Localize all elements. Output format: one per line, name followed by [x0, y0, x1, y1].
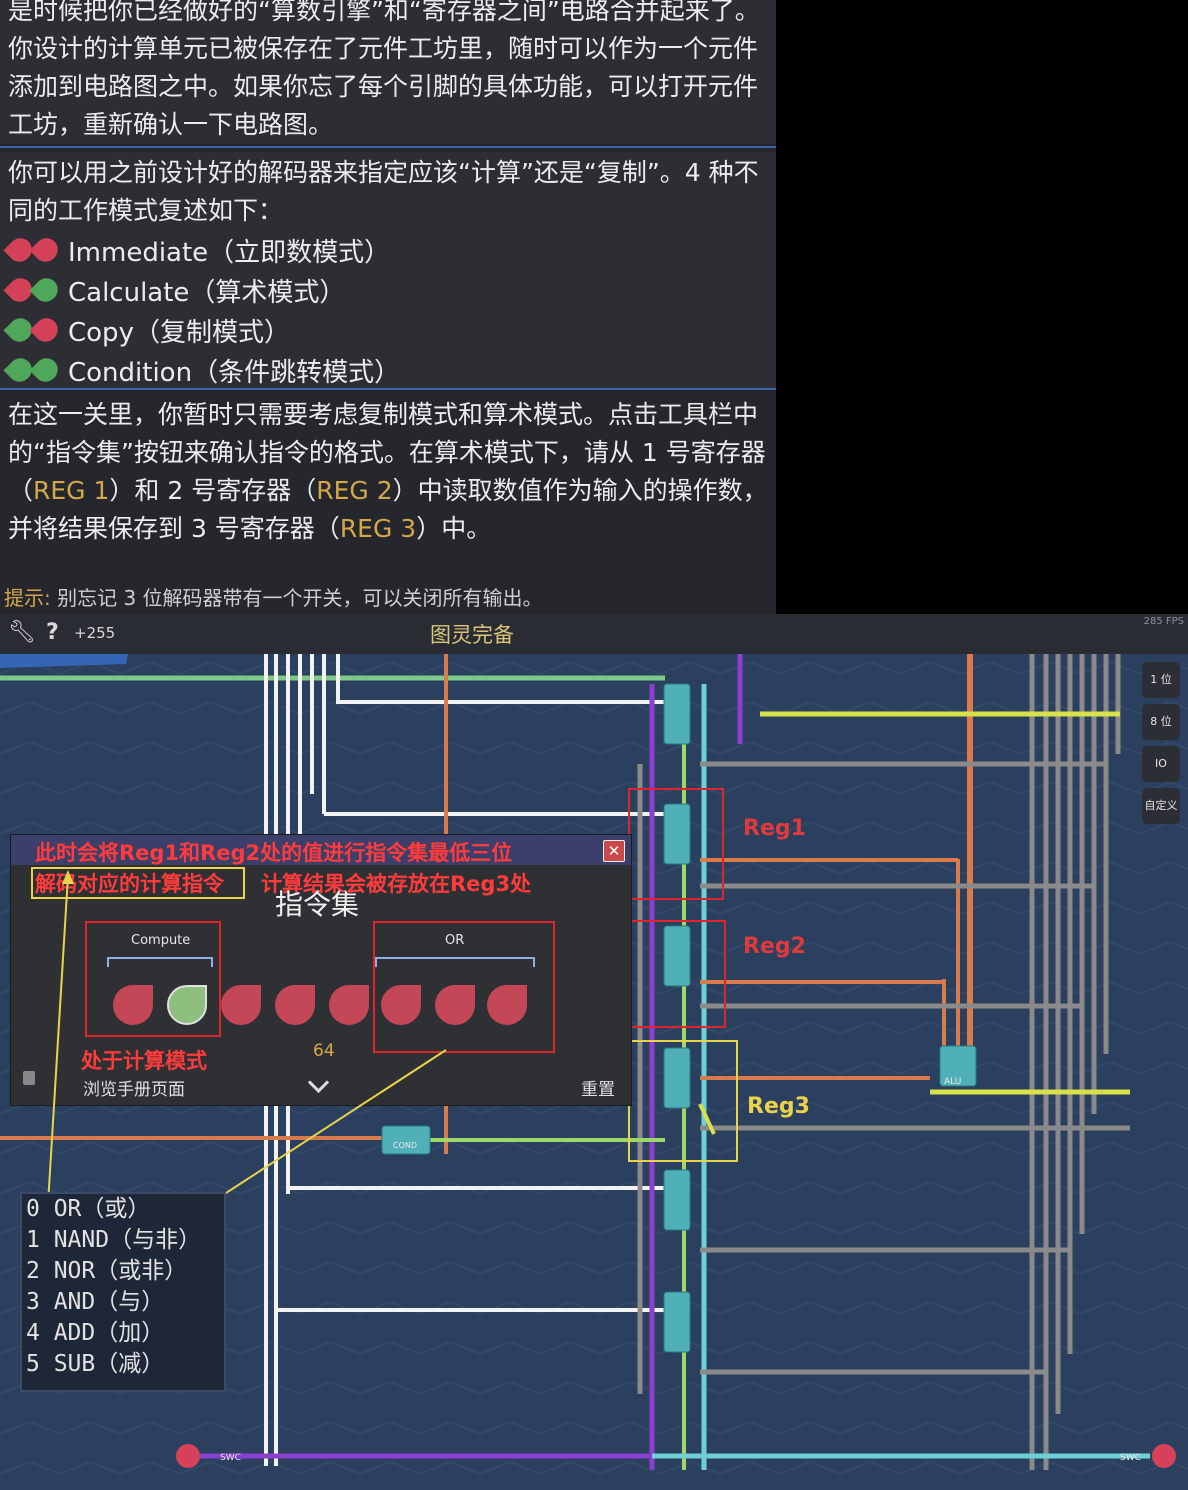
reg1-ref: REG 1 — [33, 476, 110, 505]
operation-list: 0 OR（或） 1 NAND（与非） 2 NOR（或非） 3 AND（与） 4 … — [20, 1192, 226, 1392]
leaf-pair-icon — [3, 313, 63, 347]
hint-label: 提示: — [4, 586, 51, 610]
leaf-pair-icon — [3, 233, 63, 267]
tutorial-paragraph-3: 在这一关里，你暂时只需要考虑复制模式和算术模式。点击工具栏中的“指令集”按钮来确… — [8, 400, 768, 543]
mode-calculate: Calculate（算术模式） — [3, 270, 768, 310]
mode-label: Copy（复制模式） — [68, 317, 290, 348]
divider — [0, 146, 776, 148]
op-item: 4 ADD（加） — [26, 1320, 165, 1346]
tutorial-block-2: 你可以用之前设计好的解码器来指定应该“计算”还是“复制”。4 种不同的工作模式复… — [0, 152, 776, 388]
reg3-ref: REG 3 — [339, 514, 417, 543]
tutorial-block-1: 是时候把你已经做好的“算数引擎”和“寄存器之间”电路合并起来了。你设计的计算单元… — [0, 0, 776, 144]
leaf-pair-icon — [3, 273, 63, 307]
mode-label: Condition（条件跳转模式） — [68, 357, 401, 388]
tutorial-paragraph-1: 是时候把你已经做好的“算数引擎”和“寄存器之间”电路合并起来了。你设计的计算单元… — [8, 0, 760, 139]
op-item: 1 NAND（与非） — [26, 1227, 202, 1253]
mode-copy: Copy（复制模式） — [3, 310, 768, 350]
op-item: 2 NOR（或非） — [26, 1258, 188, 1284]
reg2-ref: REG 2 — [316, 476, 393, 505]
tutorial-panel: 是时候把你已经做好的“算数引擎”和“寄存器之间”电路合并起来了。你设计的计算单元… — [0, 0, 776, 614]
op-item: 5 SUB（减） — [26, 1351, 165, 1377]
leaf-pair-icon — [3, 353, 63, 387]
hint-text: 提示: 别忘记 3 位解码器带有一个开关，可以关闭所有输出。 — [4, 586, 543, 610]
op-item: 3 AND（与） — [26, 1289, 165, 1315]
op-item: 0 OR（或） — [26, 1196, 151, 1222]
game-canvas[interactable]: 🔧︎ ? +255 图灵完备 285 FPS ALU COND SWC SWC … — [0, 614, 1188, 1490]
mode-condition: Condition（条件跳转模式） — [3, 350, 768, 390]
divider — [0, 388, 776, 390]
mode-label: Calculate（算术模式） — [68, 277, 346, 308]
mode-immediate: Immediate（立即数模式） — [3, 230, 768, 270]
tutorial-paragraph-2: 你可以用之前设计好的解码器来指定应该“计算”还是“复制”。4 种不同的工作模式复… — [8, 158, 759, 225]
mode-label: Immediate（立即数模式） — [68, 237, 391, 268]
